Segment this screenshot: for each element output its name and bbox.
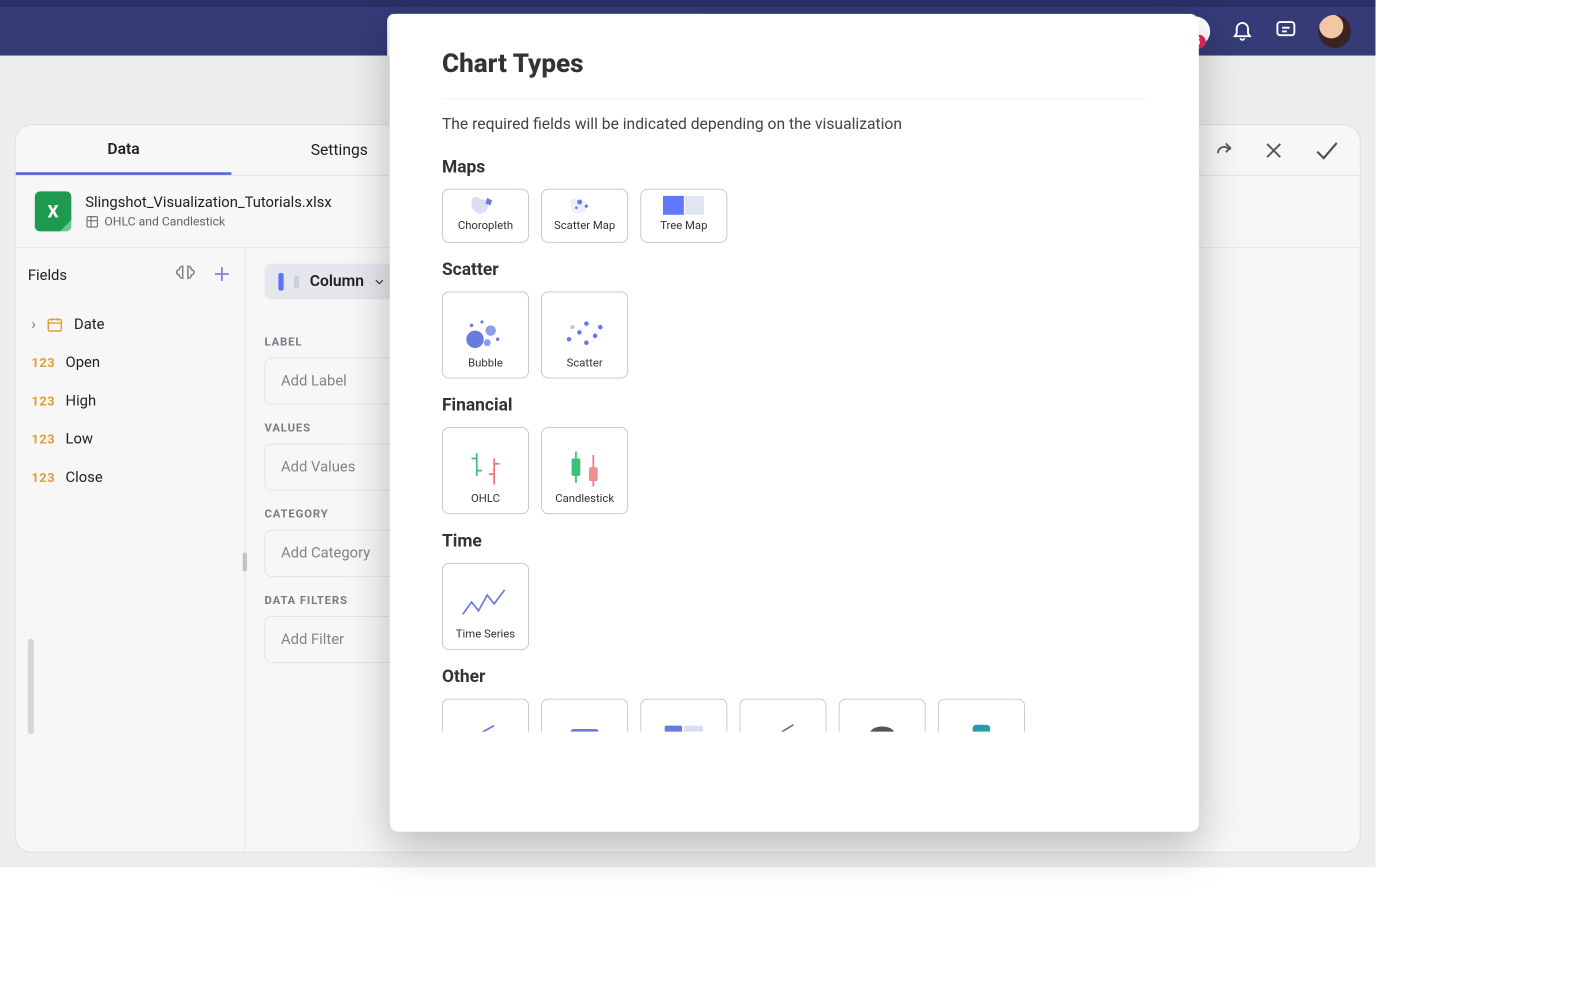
- bubble-icon: [461, 312, 510, 352]
- tile-ohlc[interactable]: OHLC: [442, 427, 529, 514]
- tile-time-series[interactable]: Time Series: [442, 563, 529, 650]
- tile-other-3[interactable]: [640, 699, 727, 732]
- category-other: Other: [442, 666, 1147, 687]
- modal-title: Chart Types: [442, 49, 1147, 79]
- tile-tree-map[interactable]: Tree Map: [640, 189, 727, 243]
- datasource-sheet: OHLC and Candlestick: [85, 215, 331, 229]
- tile-other-2[interactable]: [541, 699, 628, 732]
- field-high[interactable]: 123High: [28, 382, 232, 420]
- redo-icon[interactable]: [1214, 140, 1235, 164]
- tile-bubble[interactable]: Bubble: [442, 291, 529, 378]
- field-open[interactable]: 123Open: [28, 344, 232, 382]
- tile-other-5[interactable]: [839, 699, 926, 732]
- tile-scatter-map[interactable]: Scatter Map: [541, 189, 628, 243]
- tile-scatter[interactable]: Scatter: [541, 291, 628, 378]
- bell-icon[interactable]: [1231, 18, 1254, 44]
- scatter-icon: [560, 312, 609, 352]
- tile-other-6[interactable]: [938, 699, 1025, 732]
- visualization-picker[interactable]: Column: [264, 264, 400, 300]
- brain-icon[interactable]: [175, 264, 196, 288]
- time-series-icon: [459, 584, 511, 624]
- tree-map-icon: [663, 194, 705, 217]
- category-maps: Maps: [442, 156, 1147, 177]
- datasource-filename: Slingshot_Visualization_Tutorials.xlsx: [85, 194, 331, 211]
- candlestick-icon: [560, 448, 609, 488]
- chart-types-modal: Chart Types The required fields will be …: [390, 14, 1199, 832]
- user-avatar[interactable]: [1318, 15, 1351, 48]
- add-field-icon[interactable]: [211, 264, 232, 288]
- close-icon[interactable]: [1262, 139, 1285, 165]
- fields-heading: Fields: [28, 267, 67, 284]
- scatter-map-icon: [568, 194, 601, 217]
- chat-icon[interactable]: [1275, 18, 1298, 44]
- choropleth-icon: [469, 194, 502, 217]
- category-scatter: Scatter: [442, 258, 1147, 279]
- field-low[interactable]: 123Low: [28, 420, 232, 458]
- tab-data[interactable]: Data: [16, 125, 232, 175]
- tile-other-4[interactable]: [740, 699, 827, 732]
- category-time: Time: [442, 530, 1147, 551]
- tile-choropleth[interactable]: Choropleth: [442, 189, 529, 243]
- fields-panel: Fields › Date 123Open 123High 123Low 123…: [16, 248, 246, 852]
- field-close[interactable]: 123Close: [28, 458, 232, 496]
- field-date[interactable]: › Date: [28, 305, 232, 343]
- modal-subhead: The required fields will be indicated de…: [442, 115, 1147, 133]
- excel-icon: X: [35, 191, 72, 231]
- confirm-icon[interactable]: [1313, 137, 1339, 167]
- ohlc-icon: [461, 448, 510, 488]
- tile-candlestick[interactable]: Candlestick: [541, 427, 628, 514]
- category-financial: Financial: [442, 394, 1147, 415]
- tile-other-1[interactable]: [442, 699, 529, 732]
